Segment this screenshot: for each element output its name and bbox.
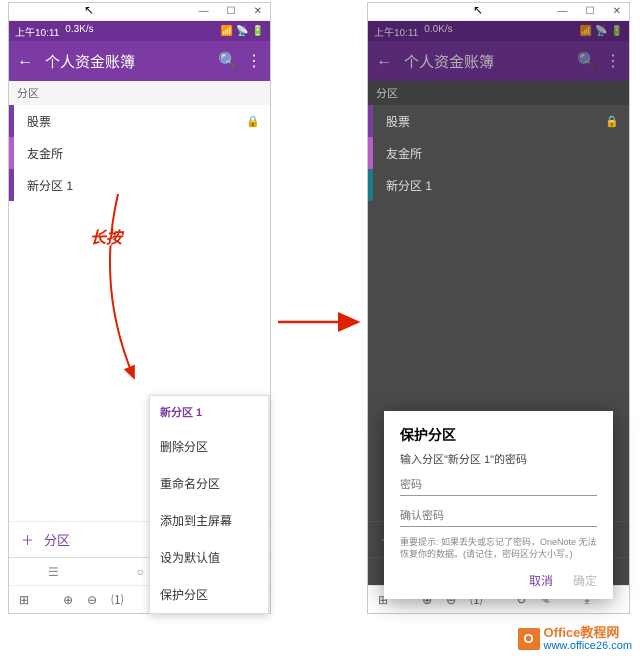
- stripe: [9, 169, 14, 201]
- cursor-icon: ↖: [473, 3, 483, 17]
- nav-recent-icon[interactable]: ☰: [48, 565, 59, 579]
- list-item-label: 友金所: [27, 145, 260, 162]
- window-titlebar: ↖ — ☐ ✕: [368, 3, 629, 21]
- minimize-button[interactable]: —: [199, 6, 209, 17]
- list-item-label: 友金所: [386, 145, 619, 162]
- stripe: [9, 137, 14, 169]
- tool-fit-icon[interactable]: ⑴: [111, 591, 123, 608]
- maximize-button[interactable]: ☐: [586, 6, 595, 17]
- menu-title: 新分区 1: [150, 396, 268, 428]
- list-item[interactable]: 股票 🔒: [368, 105, 629, 137]
- list-item[interactable]: 友金所: [368, 137, 629, 169]
- phone-right: ↖ — ☐ ✕ 上午10:11 0.0K/s 📶 📡 🔋 ← 个人资金账簿 🔍 …: [367, 2, 630, 614]
- cursor-icon: ↖: [84, 3, 94, 17]
- cancel-button[interactable]: 取消: [529, 572, 553, 589]
- search-icon[interactable]: 🔍: [218, 51, 234, 71]
- maximize-button[interactable]: ☐: [227, 6, 236, 17]
- watermark-url: www.office26.com: [544, 640, 632, 652]
- watermark-title: Office教程网: [544, 626, 632, 640]
- plus-icon: ＋: [21, 530, 34, 549]
- tool-zoomin-icon[interactable]: ⊕: [63, 593, 73, 607]
- page-title: 个人资金账簿: [404, 51, 565, 72]
- battery-icon: 🔋: [611, 26, 623, 37]
- menu-set-default[interactable]: 设为默认值: [150, 539, 268, 576]
- stripe: [368, 169, 373, 201]
- transition-arrow: [276, 312, 366, 332]
- window-titlebar: ↖ — ☐ ✕: [9, 3, 270, 21]
- list-item[interactable]: 友金所: [9, 137, 270, 169]
- status-time: 上午10:11: [15, 24, 59, 39]
- curved-arrow: [100, 188, 160, 388]
- section-list: 股票 🔒 友金所 新分区 1: [368, 105, 629, 201]
- minimize-button[interactable]: —: [558, 6, 568, 17]
- stripe: [368, 105, 373, 137]
- nav-home-icon[interactable]: ○: [137, 565, 144, 579]
- dialog-title: 保护分区: [400, 425, 597, 445]
- tool-zoomout-icon[interactable]: ⊖: [87, 593, 97, 607]
- section-header: 分区: [368, 81, 629, 105]
- list-item[interactable]: 新分区 1: [368, 169, 629, 201]
- add-section-label: 分区: [44, 530, 70, 549]
- status-speed: 0.0K/s: [424, 24, 452, 39]
- stripe: [9, 105, 14, 137]
- search-icon[interactable]: 🔍: [577, 51, 593, 71]
- close-button[interactable]: ✕: [613, 6, 621, 17]
- list-item-label: 股票: [27, 113, 246, 130]
- signal-icon: 📶: [221, 26, 233, 37]
- long-press-annotation: 长按: [90, 224, 122, 248]
- list-item[interactable]: 股票 🔒: [9, 105, 270, 137]
- close-button[interactable]: ✕: [254, 6, 262, 17]
- context-menu: 新分区 1 删除分区 重命名分区 添加到主屏幕 设为默认值 保护分区: [149, 395, 269, 614]
- status-speed: 0.3K/s: [65, 24, 93, 39]
- app-bar: ← 个人资金账簿 🔍 ⋮: [9, 41, 270, 81]
- dialog-hint: 重要提示: 如果丢失或忘记了密码，OneNote 无法恢复你的数据。(请记住，密…: [400, 537, 597, 560]
- dialog-subtitle: 输入分区"新分区 1"的密码: [400, 451, 597, 467]
- lock-icon: 🔒: [246, 115, 260, 128]
- status-bar: 上午10:11 0.3K/s 📶 📡 🔋: [9, 21, 270, 41]
- confirm-password-field[interactable]: [400, 506, 597, 527]
- list-item-label: 新分区 1: [386, 177, 619, 194]
- more-icon[interactable]: ⋮: [605, 51, 621, 71]
- signal-icon: 📶: [580, 26, 592, 37]
- wifi-icon: 📡: [595, 26, 607, 37]
- battery-icon: 🔋: [252, 26, 264, 37]
- list-item-label: 股票: [386, 113, 605, 130]
- watermark: O Office教程网 www.office26.com: [518, 626, 632, 652]
- wifi-icon: 📡: [236, 26, 248, 37]
- ok-button[interactable]: 确定: [573, 572, 597, 589]
- menu-delete[interactable]: 删除分区: [150, 428, 268, 465]
- watermark-icon: O: [518, 628, 540, 650]
- menu-rename[interactable]: 重命名分区: [150, 465, 268, 502]
- back-icon[interactable]: ←: [376, 52, 392, 70]
- app-bar: ← 个人资金账簿 🔍 ⋮: [368, 41, 629, 81]
- menu-add-homescreen[interactable]: 添加到主屏幕: [150, 502, 268, 539]
- section-list: 股票 🔒 友金所 新分区 1: [9, 105, 270, 201]
- protect-dialog: 保护分区 输入分区"新分区 1"的密码 重要提示: 如果丢失或忘记了密码，One…: [384, 411, 613, 599]
- status-time: 上午10:11: [374, 24, 418, 39]
- back-icon[interactable]: ←: [17, 52, 33, 70]
- more-icon[interactable]: ⋮: [246, 51, 262, 71]
- section-header: 分区: [9, 81, 270, 105]
- content-area: 保护分区 输入分区"新分区 1"的密码 重要提示: 如果丢失或忘记了密码，One…: [368, 201, 629, 521]
- stripe: [368, 137, 373, 169]
- password-field[interactable]: [400, 475, 597, 496]
- tool-grid-icon[interactable]: ⊞: [19, 593, 29, 607]
- page-title: 个人资金账簿: [45, 51, 206, 72]
- lock-icon: 🔒: [605, 115, 619, 128]
- menu-protect[interactable]: 保护分区: [150, 576, 268, 613]
- status-bar: 上午10:11 0.0K/s 📶 📡 🔋: [368, 21, 629, 41]
